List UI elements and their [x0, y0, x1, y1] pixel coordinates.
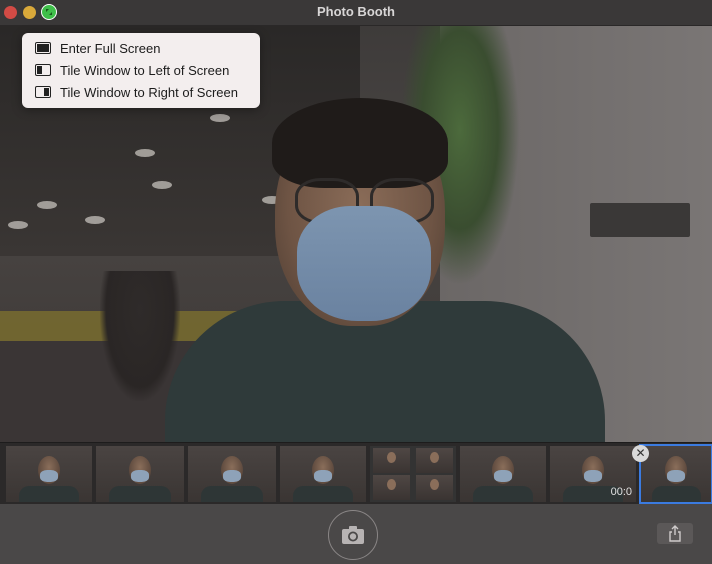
thumbnail-photo[interactable]: [460, 446, 546, 502]
title-bar: Photo Booth: [0, 0, 712, 26]
menu-item-label: Enter Full Screen: [60, 40, 161, 56]
photo-filmstrip: 00:0: [0, 442, 712, 505]
thumbnail-photo[interactable]: [280, 446, 366, 502]
tile-right-icon: [35, 86, 51, 98]
share-button[interactable]: [657, 523, 693, 544]
thumbnail-video[interactable]: 00:0: [550, 446, 636, 502]
thumbnail-four-up[interactable]: [370, 446, 456, 502]
menu-item-label: Tile Window to Left of Screen: [60, 62, 230, 78]
full-screen-icon: [35, 42, 51, 54]
window-title: Photo Booth: [317, 4, 395, 19]
thumbnail-photo[interactable]: [6, 446, 92, 502]
menu-item-enter-full-screen[interactable]: Enter Full Screen: [22, 37, 260, 59]
menu-item-tile-left[interactable]: Tile Window to Left of Screen: [22, 59, 260, 81]
delete-thumbnail-icon[interactable]: ✕: [632, 445, 649, 462]
wall-switch: [590, 203, 690, 237]
video-duration: 00:0: [610, 486, 632, 498]
take-photo-button[interactable]: [328, 510, 378, 560]
window-tiling-menu: Enter Full Screen Tile Window to Left of…: [22, 33, 260, 108]
menu-item-label: Tile Window to Right of Screen: [60, 84, 238, 100]
menu-item-tile-right[interactable]: Tile Window to Right of Screen: [22, 81, 260, 103]
share-icon: [669, 525, 681, 542]
thumbnail-photo[interactable]: [96, 446, 184, 502]
camera-icon: [342, 526, 364, 544]
face-mask: [297, 206, 431, 321]
thumbnail-selected[interactable]: [639, 444, 712, 504]
thumbnail-photo[interactable]: [188, 446, 276, 502]
tile-left-icon: [35, 64, 51, 76]
